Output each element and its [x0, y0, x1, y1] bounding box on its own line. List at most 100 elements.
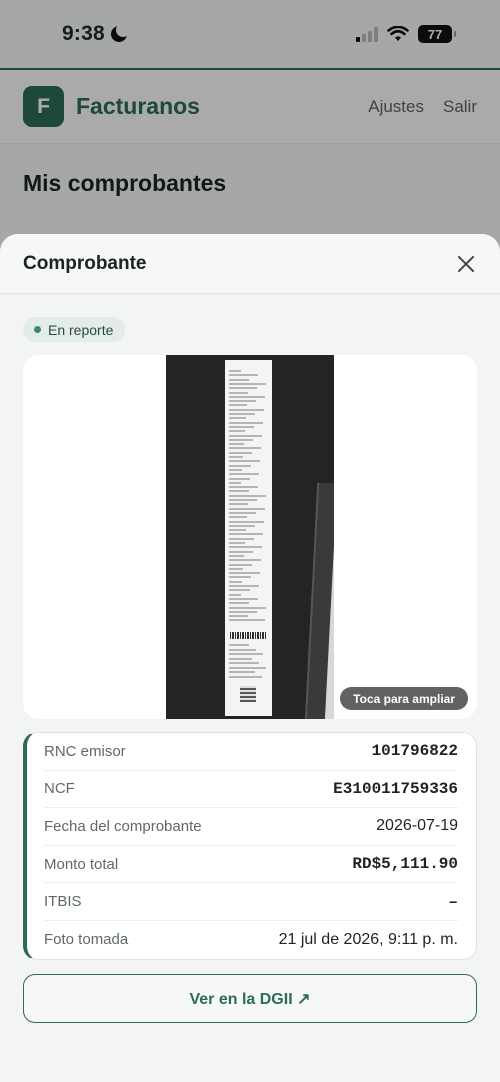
receipt-photo[interactable]	[166, 355, 334, 719]
close-icon[interactable]	[454, 252, 478, 276]
receipt-photo-card[interactable]: Toca para ampliar	[23, 355, 477, 719]
detail-label: Foto tomada	[44, 931, 129, 949]
receipt-print-line	[229, 503, 248, 506]
receipt-print-line	[229, 524, 255, 527]
receipt-print-line	[229, 559, 261, 562]
receipt-print-line	[229, 572, 260, 575]
receipt-print-line	[229, 653, 263, 655]
detail-label: Monto total	[44, 855, 119, 873]
receipt-print-line	[229, 468, 242, 471]
receipt-print-line	[229, 648, 256, 651]
receipt-print-line	[229, 382, 266, 385]
sheet-title: Comprobante	[23, 252, 147, 274]
receipt-print-line	[229, 550, 253, 553]
receipt-qr-code	[240, 686, 256, 702]
detail-value: E310011759336	[333, 779, 458, 798]
detail-value: RD$5,111.90	[352, 855, 458, 874]
receipt-print-line	[229, 585, 259, 587]
receipt-print-line	[229, 511, 256, 514]
receipt-print-line	[229, 391, 248, 394]
receipt-print-line	[229, 408, 264, 411]
detail-label: NCF	[44, 780, 75, 798]
receipt-print-line	[229, 456, 243, 458]
receipt-print-line	[229, 563, 252, 566]
receipt-print-line	[229, 413, 255, 415]
zoom-hint-button[interactable]: Toca para ampliar	[340, 687, 468, 710]
receipt-print-line	[229, 662, 259, 664]
detail-row-itbis: ITBIS –	[44, 883, 458, 921]
receipt-print-line	[229, 451, 252, 454]
receipt-print-line	[229, 675, 262, 678]
receipt-print-line	[229, 434, 262, 437]
receipt-print-line	[229, 438, 253, 441]
receipt-print-line	[229, 533, 263, 536]
receipt-print-line	[229, 490, 249, 493]
receipt-print-line	[229, 580, 242, 583]
receipt-print-line	[229, 520, 264, 523]
receipt-print-line	[229, 619, 265, 622]
detail-value: 2026-07-19	[376, 817, 458, 835]
receipt-print-line	[229, 473, 259, 476]
receipt-print-line	[229, 606, 266, 609]
receipt-print-line	[229, 615, 248, 618]
sheet-header: Comprobante	[0, 234, 500, 294]
receipt-paper	[225, 360, 272, 716]
detail-row-ncf: NCF E310011759336	[44, 771, 458, 809]
detail-value: 21 jul de 2026, 9:11 p. m.	[278, 930, 458, 948]
view-dgii-button[interactable]: Ver en la DGII ↗	[23, 974, 477, 1023]
receipt-print-line	[229, 395, 265, 398]
receipt-print-line	[229, 576, 251, 579]
receipt-details: RNC emisor 101796822 NCF E310011759336 F…	[23, 732, 477, 960]
detail-row-rnc: RNC emisor 101796822	[44, 733, 458, 771]
receipt-print-line	[229, 425, 254, 428]
receipt-sheet: Comprobante En reporte Toca para ampliar…	[0, 234, 500, 1082]
receipt-print-line	[229, 644, 249, 646]
receipt-print-line	[229, 593, 241, 596]
receipt-print-line	[229, 610, 257, 613]
receipt-barcode	[230, 632, 267, 639]
receipt-print-line	[229, 387, 257, 390]
detail-row-foto: Foto tomada 21 jul de 2026, 9:11 p. m.	[44, 921, 458, 959]
receipt-print-line	[229, 374, 258, 377]
receipt-print-line	[229, 537, 254, 540]
receipt-print-line	[229, 529, 246, 532]
receipt-print-line	[229, 516, 247, 519]
receipt-print-line	[229, 546, 262, 549]
receipt-print-line	[229, 400, 256, 403]
receipt-print-line	[229, 447, 261, 450]
detail-label: Fecha del comprobante	[44, 817, 202, 835]
receipt-print-line	[229, 477, 250, 480]
status-badge-label: En reporte	[48, 321, 114, 338]
receipt-print-line	[229, 370, 241, 372]
detail-value: 101796822	[371, 742, 458, 761]
receipt-print-line	[229, 464, 251, 467]
background-board	[304, 483, 334, 719]
receipt-print-line	[229, 554, 244, 557]
status-badge: En reporte	[23, 317, 126, 342]
receipt-print-line	[229, 597, 258, 600]
detail-label: ITBIS	[44, 893, 82, 911]
receipt-print-line	[229, 481, 241, 484]
receipt-print-line	[229, 657, 252, 660]
detail-value: –	[448, 892, 458, 911]
receipt-print-line	[229, 602, 249, 605]
receipt-print-line	[229, 567, 243, 570]
receipt-print-line	[229, 542, 245, 544]
detail-row-fecha: Fecha del comprobante 2026-07-19	[44, 808, 458, 846]
receipt-print-line	[229, 378, 249, 381]
receipt-print-line	[229, 671, 255, 673]
receipt-print-line	[229, 421, 263, 424]
receipt-print-line	[229, 460, 260, 463]
receipt-print-line	[229, 486, 258, 489]
receipt-print-line	[229, 430, 245, 433]
receipt-print-line	[229, 507, 265, 510]
receipt-print-line	[229, 499, 257, 501]
receipt-print-line	[229, 417, 246, 420]
detail-row-monto: Monto total RD$5,111.90	[44, 846, 458, 884]
status-dot	[34, 326, 41, 333]
receipt-print-line	[229, 494, 266, 497]
receipt-print-line	[229, 443, 244, 446]
receipt-print-line	[229, 666, 266, 669]
receipt-print-line	[229, 589, 250, 592]
receipt-print-line	[229, 404, 247, 407]
